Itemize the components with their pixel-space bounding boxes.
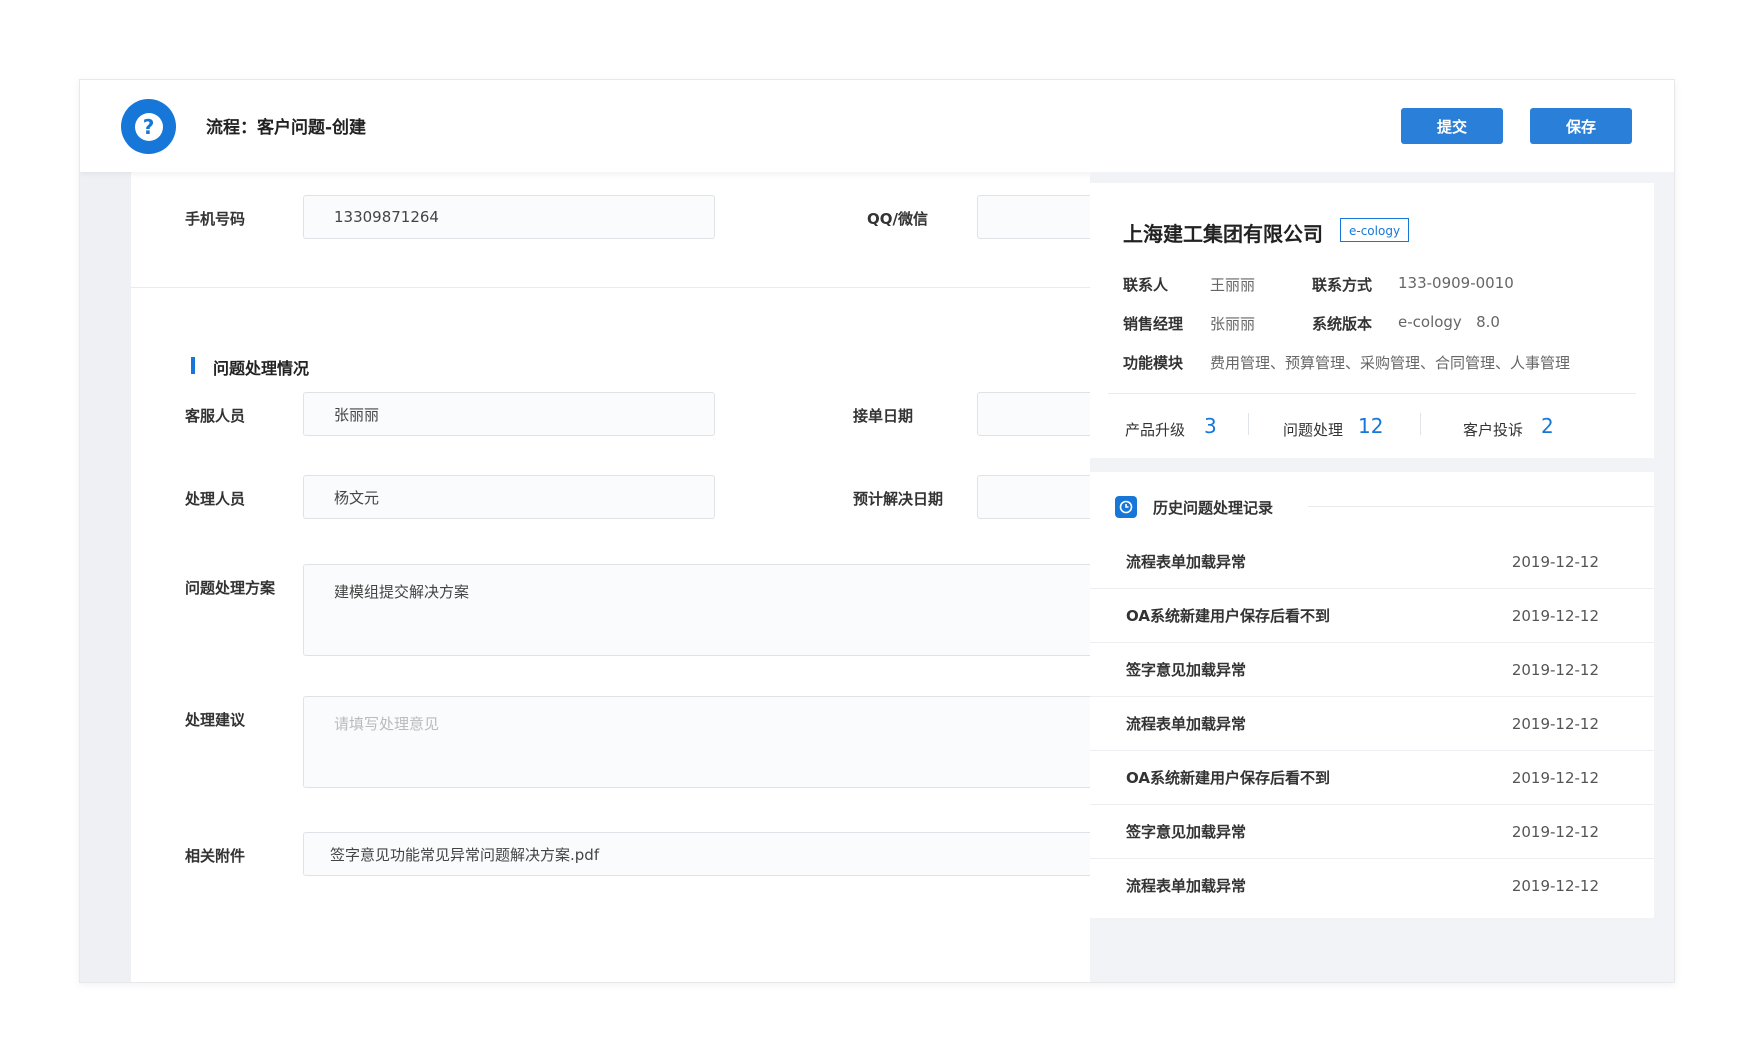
version-label: 系统版本 bbox=[1312, 315, 1373, 333]
history-item-name: 签字意见加载异常 bbox=[1126, 823, 1247, 841]
stat-separator bbox=[1420, 413, 1421, 435]
attachment-field[interactable]: 签字意见功能常见异常问题解决方案.pdf bbox=[303, 832, 1183, 876]
history-item[interactable]: 流程表单加载异常 2019-12-12 bbox=[1090, 535, 1654, 589]
section-title: 问题处理情况 bbox=[213, 359, 310, 378]
history-item-date: 2019-12-12 bbox=[1511, 715, 1599, 733]
question-icon: ? bbox=[121, 99, 176, 154]
qq-label: QQ/微信 bbox=[867, 210, 928, 228]
stat-complaint-label: 客户投诉 bbox=[1463, 421, 1524, 439]
history-item-name: 流程表单加载异常 bbox=[1126, 715, 1247, 733]
plan-value: 建模组提交解决方案 bbox=[334, 583, 470, 601]
sales-label: 销售经理 bbox=[1123, 315, 1184, 333]
history-title-line bbox=[1308, 506, 1654, 507]
history-item[interactable]: OA系统新建用户保存后看不到 2019-12-12 bbox=[1090, 589, 1654, 643]
service-field[interactable]: 张丽丽 bbox=[303, 392, 715, 436]
left-gutter bbox=[80, 172, 131, 982]
handler-label: 处理人员 bbox=[185, 490, 246, 508]
app-window: ? 流程：客户问题-创建 提交 保存 手机号码 13309871264 QQ/微… bbox=[79, 79, 1675, 983]
stat-upgrade-label: 产品升级 bbox=[1125, 421, 1186, 439]
contact-phone-label: 联系方式 bbox=[1312, 276, 1373, 294]
history-item-date: 2019-12-12 bbox=[1511, 553, 1599, 571]
history-item-name: OA系统新建用户保存后看不到 bbox=[1126, 769, 1330, 787]
history-item-date: 2019-12-12 bbox=[1511, 769, 1599, 787]
submit-button[interactable]: 提交 bbox=[1401, 108, 1503, 144]
section-marker bbox=[191, 357, 195, 374]
history-item-name: OA系统新建用户保存后看不到 bbox=[1126, 607, 1330, 625]
version-value: e-cology 8.0 bbox=[1398, 313, 1500, 331]
attachment-link[interactable]: 签字意见功能常见异常问题解决方案.pdf bbox=[330, 844, 599, 865]
history-item-name: 签字意见加载异常 bbox=[1126, 661, 1247, 679]
history-title: 历史问题处理记录 bbox=[1153, 499, 1274, 517]
handler-field[interactable]: 杨文元 bbox=[303, 475, 715, 519]
modules-value: 费用管理、预算管理、采购管理、合同管理、人事管理 bbox=[1210, 354, 1571, 372]
history-item-date: 2019-12-12 bbox=[1511, 877, 1599, 895]
advice-textarea[interactable]: 请填写处理意见 bbox=[303, 696, 1183, 788]
history-item[interactable]: 流程表单加载异常 2019-12-12 bbox=[1090, 859, 1654, 913]
history-card: 历史问题处理记录 流程表单加载异常 2019-12-12 OA系统新建用户保存后… bbox=[1090, 472, 1654, 918]
clock-icon bbox=[1115, 496, 1137, 518]
card-divider bbox=[1108, 393, 1636, 394]
service-value: 张丽丽 bbox=[334, 405, 380, 424]
plan-textarea[interactable]: 建模组提交解决方案 bbox=[303, 564, 1183, 656]
stat-complaint-value[interactable]: 2 bbox=[1541, 414, 1554, 438]
history-item[interactable]: 签字意见加载异常 2019-12-12 bbox=[1090, 805, 1654, 859]
history-item[interactable]: 签字意见加载异常 2019-12-12 bbox=[1090, 643, 1654, 697]
contact-label: 联系人 bbox=[1123, 276, 1169, 294]
stat-issue-value[interactable]: 12 bbox=[1358, 414, 1383, 438]
history-item-date: 2019-12-12 bbox=[1511, 607, 1599, 625]
stat-issue-label: 问题处理 bbox=[1283, 421, 1344, 439]
edition-tag: e-cology bbox=[1340, 218, 1410, 242]
phone-value: 13309871264 bbox=[334, 208, 439, 226]
handler-value: 杨文元 bbox=[334, 488, 380, 507]
attachment-label: 相关附件 bbox=[185, 847, 246, 865]
history-item-name: 流程表单加载异常 bbox=[1126, 877, 1247, 895]
stat-upgrade-value[interactable]: 3 bbox=[1204, 414, 1217, 438]
page-title: 流程：客户问题-创建 bbox=[206, 118, 367, 138]
service-label: 客服人员 bbox=[185, 407, 246, 425]
company-name: 上海建工集团有限公司 bbox=[1123, 222, 1323, 246]
section-divider bbox=[131, 287, 1171, 288]
phone-label: 手机号码 bbox=[185, 210, 246, 228]
history-item-date: 2019-12-12 bbox=[1511, 823, 1599, 841]
expected-date-label: 预计解决日期 bbox=[853, 490, 944, 508]
stat-separator bbox=[1248, 413, 1249, 435]
header-bar: ? 流程：客户问题-创建 提交 保存 bbox=[80, 80, 1674, 172]
accept-date-label: 接单日期 bbox=[853, 407, 914, 425]
save-button[interactable]: 保存 bbox=[1530, 108, 1632, 144]
plan-label: 问题处理方案 bbox=[185, 579, 276, 597]
modules-label: 功能模块 bbox=[1123, 354, 1184, 372]
advice-label: 处理建议 bbox=[185, 711, 246, 729]
phone-field[interactable]: 13309871264 bbox=[303, 195, 715, 239]
history-item[interactable]: OA系统新建用户保存后看不到 2019-12-12 bbox=[1090, 751, 1654, 805]
history-item[interactable]: 流程表单加载异常 2019-12-12 bbox=[1090, 697, 1654, 751]
history-item-name: 流程表单加载异常 bbox=[1126, 553, 1247, 571]
company-card: 上海建工集团有限公司 e-cology 联系人 王丽丽 联系方式 133-090… bbox=[1090, 183, 1654, 458]
advice-placeholder: 请填写处理意见 bbox=[334, 715, 440, 733]
sales-value: 张丽丽 bbox=[1210, 315, 1256, 333]
contact-value: 王丽丽 bbox=[1210, 276, 1256, 294]
contact-phone-value: 133-0909-0010 bbox=[1398, 274, 1514, 292]
history-item-date: 2019-12-12 bbox=[1511, 661, 1599, 679]
form-area: 手机号码 13309871264 QQ/微信 问题处理情况 客服人员 张丽丽 接… bbox=[131, 172, 1183, 982]
